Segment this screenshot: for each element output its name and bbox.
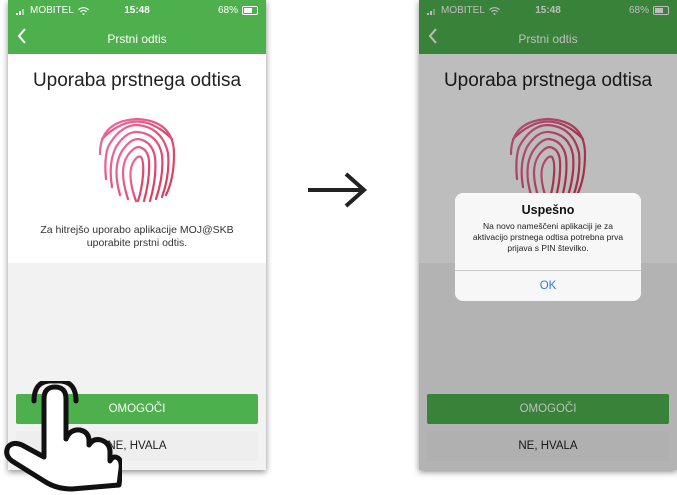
success-alert: Uspešno Na novo nameščeni aplikaciji je … [455,193,641,301]
page-title: Prstni odtis [107,32,167,46]
tap-hand-icon [4,381,122,492]
status-bar: MOBITEL 15:48 68% [8,0,266,22]
arrow-right-icon [308,172,368,208]
main-content: Uporaba prstnega odtisa Za hitrejšo upor… [8,54,266,263]
alert-message: Na novo nameščeni aplikaciji je za aktiv… [472,221,624,253]
header-bar: MOBITEL 15:48 68% Prstni odtis [8,0,266,54]
alert-ok-button[interactable]: OK [455,271,641,301]
fingerprint-icon [98,117,176,203]
section-heading: Uporaba prstnega odtisa [32,70,242,91]
battery-icon [242,6,258,15]
description-text: Za hitrejšo uporabo aplikacije MOJ@SKB u… [40,224,234,249]
battery-label: 68% [217,5,238,16]
phone-screen-after: MOBITEL 15:48 68% Prstni odtis Uporaba p… [419,0,677,470]
alert-title: Uspešno [521,203,575,217]
